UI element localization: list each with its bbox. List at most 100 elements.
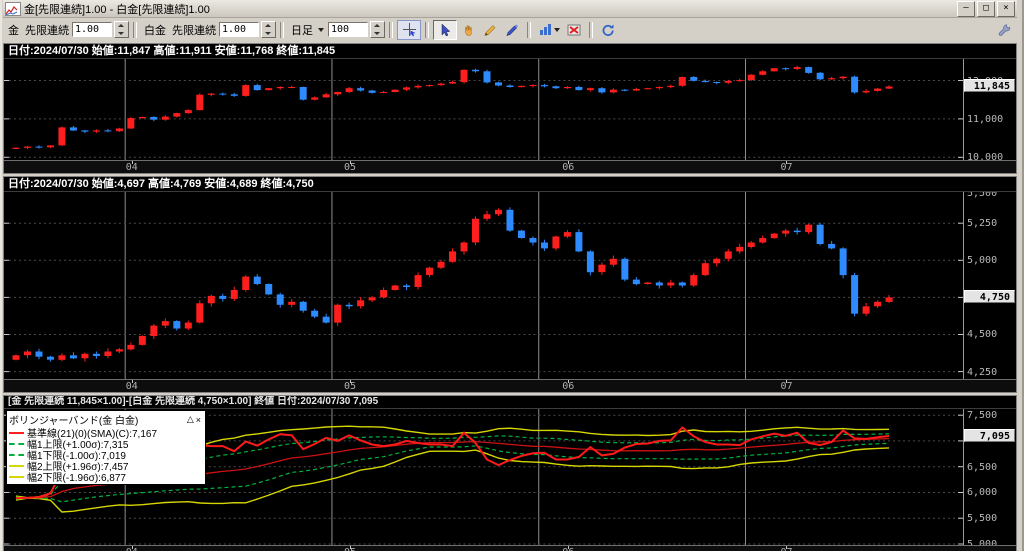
y-axis-label: 4,500	[967, 329, 997, 340]
gold-chart-panel: 日付:2024/07/30 始値:11,847 高値:11,911 安値:11,…	[3, 43, 1017, 174]
hand-icon	[461, 23, 475, 37]
spread-value-axis: 7,5006,5006,0005,5005,0007,095	[964, 409, 1016, 545]
legend-entry: 幅2下限(-1.96σ):6,877	[9, 471, 202, 482]
platinum-x-axis: 04050607	[4, 379, 1016, 392]
x-axis-label: 06	[562, 547, 574, 551]
toolbar-separator	[389, 22, 393, 38]
spin-up-icon[interactable]	[262, 22, 275, 30]
y-axis-label: 7,500	[967, 410, 997, 421]
gold-candlestick-chart	[4, 59, 963, 160]
y-axis-label: 5,000	[967, 255, 997, 266]
bar-chart-icon	[539, 23, 552, 36]
line-swatch	[9, 443, 24, 445]
y-axis-label: 6,500	[967, 462, 997, 473]
dropdown-caret-icon	[554, 28, 560, 32]
legend-collapse-button[interactable]: △	[186, 414, 195, 425]
last-price-box: 11,845	[964, 79, 1015, 92]
window-title: 金[先限連続]1.00 - 白金[先限連続]1.00	[24, 1, 957, 17]
toolbar-separator	[527, 22, 531, 38]
x-axis-label: 06	[562, 162, 574, 173]
legend-close-button[interactable]: ×	[195, 415, 202, 425]
gold-multiplier-value[interactable]: 1.00	[72, 22, 112, 37]
wrench-icon	[997, 23, 1011, 37]
bollinger-legend: ボリンジャーバンド(金 白金) △ × 基準線(21)(0)(SMA)(C):7…	[6, 410, 206, 485]
period-dropdown[interactable]: 日足	[291, 22, 313, 38]
pencil-icon	[483, 23, 497, 37]
remove-chart-button[interactable]	[563, 21, 585, 39]
spread-header-line: [金 先限連続 11,845×1.00]-[白金 先限連続 4,750×1.00…	[4, 396, 1016, 409]
refresh-button[interactable]	[597, 21, 619, 39]
chart-window-icon	[5, 2, 21, 16]
spin-down-icon[interactable]	[115, 30, 128, 38]
x-axis-label: 07	[780, 162, 792, 173]
y-axis-label: 11,000	[967, 114, 1003, 125]
toolbar-separator	[133, 22, 137, 38]
platinum-plot-area[interactable]	[4, 192, 964, 379]
line-swatch	[9, 476, 24, 478]
spin-down-icon[interactable]	[262, 30, 275, 38]
cursor-arrow-icon	[439, 23, 452, 37]
line-swatch	[9, 465, 24, 467]
line-swatch	[9, 454, 24, 456]
settings-wrench-button[interactable]	[993, 21, 1015, 39]
x-axis-label: 05	[344, 547, 356, 551]
platinum-multiplier-value[interactable]: 1.00	[219, 22, 259, 37]
spread-chart-panel: [金 先限連続 11,845×1.00]-[白金 先限連続 4,750×1.00…	[3, 395, 1017, 551]
spin-down-icon[interactable]	[371, 30, 384, 38]
y-axis-label: 5,500	[967, 513, 997, 524]
select-tool-button[interactable]	[433, 20, 457, 40]
gold-info-line: 日付:2024/07/30 始値:11,847 高値:11,911 安値:11,…	[4, 44, 1016, 59]
platinum-info-line: 日付:2024/07/30 始値:4,697 高値:4,769 安値:4,689…	[4, 177, 1016, 192]
spread-x-axis: 04 05 06 07	[4, 545, 1016, 551]
minimize-button[interactable]: –	[957, 1, 975, 17]
gold-symbol-label: 金	[8, 22, 19, 38]
toolbar-separator	[280, 22, 284, 38]
platinum-price-axis: 5,5005,2505,0004,5004,2504,750	[964, 192, 1016, 379]
dropdown-caret-icon[interactable]	[318, 28, 324, 32]
chart-delete-icon	[567, 23, 581, 37]
gold-price-axis: 12,00011,00010,00011,845	[964, 59, 1016, 160]
gold-series-label: 先限連続	[25, 22, 69, 38]
hand-tool-button[interactable]	[457, 21, 479, 39]
x-axis-label: 07	[780, 547, 792, 551]
last-price-box: 7,095	[964, 429, 1015, 442]
candles	[12, 207, 892, 361]
pen-tool-button[interactable]	[501, 21, 523, 39]
y-axis-label: 4,250	[967, 367, 997, 378]
toolbar-separator	[425, 22, 429, 38]
candles	[12, 66, 892, 149]
line-swatch	[9, 432, 24, 434]
x-axis-label: 06	[562, 381, 574, 392]
title-bar[interactable]: 金[先限連続]1.00 - 白金[先限連続]1.00 – □ ×	[3, 0, 1017, 18]
gold-plot-area[interactable]	[4, 59, 964, 160]
toolbar: 金 先限連続 1.00 白金 先限連続 1.00 日足 100	[3, 18, 1017, 41]
y-axis-label: 10,000	[967, 152, 1003, 160]
x-axis-label: 04	[126, 547, 138, 551]
last-price-box: 4,750	[964, 290, 1015, 303]
spread-plot-area[interactable]: ボリンジャーバンド(金 白金) △ × 基準線(21)(0)(SMA)(C):7…	[4, 409, 964, 545]
x-axis-label: 04	[126, 162, 138, 173]
bar-count-spinner[interactable]: 100	[328, 21, 385, 38]
x-axis-label: 07	[780, 381, 792, 392]
spin-up-icon[interactable]	[115, 22, 128, 30]
toolbar-separator	[589, 22, 593, 38]
pen-icon	[505, 23, 519, 37]
chart-cursor-icon	[402, 22, 417, 37]
pencil-tool-button[interactable]	[479, 21, 501, 39]
bar-count-value[interactable]: 100	[328, 22, 368, 37]
close-button[interactable]: ×	[997, 1, 1015, 17]
platinum-series-label: 先限連続	[172, 22, 216, 38]
gold-x-axis: 04050607	[4, 160, 1016, 173]
gold-multiplier-spinner[interactable]: 1.00	[72, 21, 129, 38]
app-window: 金[先限連続]1.00 - 白金[先限連続]1.00 – □ × 金 先限連続 …	[0, 0, 1024, 551]
y-axis-label: 6,000	[967, 487, 997, 498]
spin-up-icon[interactable]	[371, 22, 384, 30]
platinum-candlestick-chart	[4, 192, 963, 379]
chart-type-button[interactable]	[535, 21, 563, 39]
platinum-multiplier-spinner[interactable]: 1.00	[219, 21, 276, 38]
maximize-button[interactable]: □	[977, 1, 995, 17]
platinum-chart-panel: 日付:2024/07/30 始値:4,697 高値:4,769 安値:4,689…	[3, 176, 1017, 393]
platinum-symbol-label: 白金	[144, 22, 166, 38]
chart-cursor-button[interactable]	[397, 20, 421, 40]
x-axis-label: 04	[126, 381, 138, 392]
